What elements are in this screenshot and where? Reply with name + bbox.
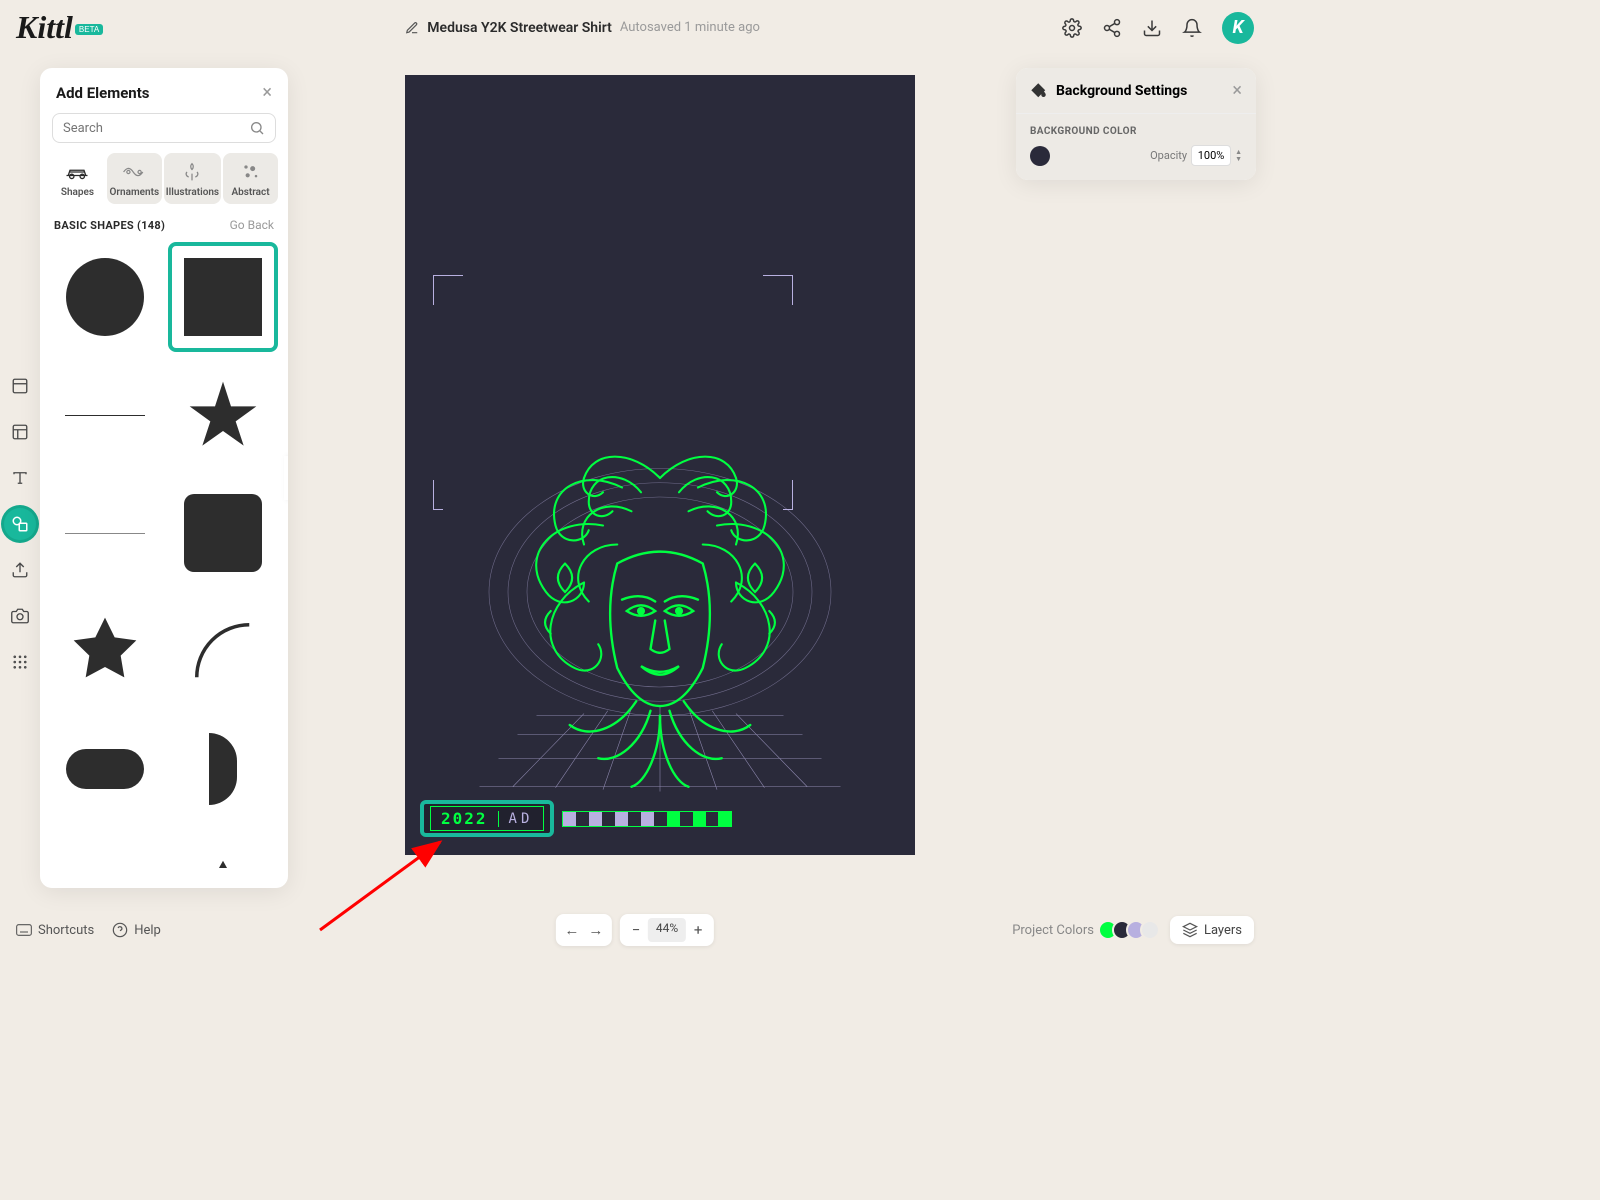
bell-icon[interactable] bbox=[1182, 18, 1202, 38]
shape-star[interactable] bbox=[168, 360, 278, 470]
logo-badge: BETA bbox=[75, 24, 103, 35]
opacity-stepper[interactable]: ▲▼ bbox=[1235, 149, 1242, 163]
header-center: Medusa Y2K Streetwear Shirt Autosaved 1 … bbox=[103, 20, 1062, 36]
shape-arc[interactable] bbox=[168, 596, 278, 706]
shape-half-circle[interactable] bbox=[168, 714, 278, 824]
shape-pill[interactable] bbox=[50, 714, 160, 824]
shape-thinline[interactable] bbox=[50, 478, 160, 588]
shortcuts-button[interactable]: Shortcuts bbox=[16, 923, 94, 938]
shape-line-2[interactable] bbox=[50, 832, 160, 868]
canvas-area[interactable]: 2022 AD bbox=[310, 75, 1010, 875]
shapes-grid[interactable] bbox=[40, 238, 288, 868]
logo[interactable]: KittlBETA bbox=[16, 9, 103, 46]
swirl-icon bbox=[122, 161, 146, 183]
tool-grid[interactable] bbox=[4, 646, 36, 678]
opacity-label: Opacity bbox=[1150, 149, 1187, 162]
help-icon bbox=[112, 922, 128, 938]
crop-corner-bl bbox=[433, 480, 443, 510]
label-suffix: AD bbox=[498, 811, 534, 827]
tab-label: Illustrations bbox=[166, 187, 219, 198]
year-label-group[interactable]: 2022 AD bbox=[420, 800, 732, 837]
crop-corner-tl bbox=[433, 275, 463, 305]
shortcuts-label: Shortcuts bbox=[38, 923, 94, 938]
help-label: Help bbox=[134, 923, 161, 938]
help-button[interactable]: Help bbox=[112, 922, 161, 938]
tab-label: Shapes bbox=[61, 187, 94, 198]
layers-button[interactable]: Layers bbox=[1170, 916, 1254, 944]
shape-star-rounded[interactable] bbox=[50, 596, 160, 706]
zoom-group: − 44% + bbox=[620, 914, 714, 946]
autosave-status: Autosaved 1 minute ago bbox=[620, 20, 760, 35]
tool-template[interactable] bbox=[4, 416, 36, 448]
tab-shapes[interactable]: Shapes bbox=[50, 153, 105, 204]
zoom-out-button[interactable]: − bbox=[624, 918, 648, 942]
bg-color-swatch[interactable] bbox=[1030, 146, 1050, 166]
panel-title: Add Elements bbox=[56, 84, 150, 102]
label-year: 2022 bbox=[441, 809, 488, 828]
shape-line[interactable] bbox=[50, 360, 160, 470]
project-colors-swatches[interactable] bbox=[1104, 920, 1160, 940]
crop-corner-tr bbox=[763, 275, 793, 305]
layers-label: Layers bbox=[1204, 923, 1242, 938]
avatar-letter: K bbox=[1232, 17, 1243, 38]
shape-circle[interactable] bbox=[50, 242, 160, 352]
zoom-value[interactable]: 44% bbox=[648, 918, 686, 942]
search-input-wrap[interactable] bbox=[52, 113, 276, 143]
undo-redo-group: ← → bbox=[556, 914, 612, 946]
medusa-artwork[interactable] bbox=[470, 440, 850, 805]
paint-bucket-icon bbox=[1030, 82, 1048, 100]
pencil-icon[interactable] bbox=[405, 21, 419, 35]
shape-rounded-square[interactable] bbox=[168, 478, 278, 588]
elements-panel: Add Elements × Shapes Ornaments Illustra… bbox=[40, 68, 288, 888]
dots-icon bbox=[241, 161, 261, 183]
go-back-link[interactable]: Go Back bbox=[230, 218, 274, 232]
tab-label: Abstract bbox=[231, 187, 269, 198]
close-icon[interactable]: × bbox=[1232, 80, 1242, 101]
tab-abstract[interactable]: Abstract bbox=[223, 153, 278, 204]
tool-text[interactable] bbox=[4, 462, 36, 494]
search-icon[interactable] bbox=[249, 120, 265, 136]
opacity-input[interactable] bbox=[1191, 145, 1231, 166]
shape-square[interactable] bbox=[168, 242, 278, 352]
header-actions: K bbox=[1062, 12, 1254, 44]
download-icon[interactable] bbox=[1142, 18, 1162, 38]
tool-canvas[interactable] bbox=[4, 370, 36, 402]
flower-icon bbox=[182, 161, 202, 183]
category-tabs: Shapes Ornaments Illustrations Abstract bbox=[40, 153, 288, 204]
section-name: BASIC SHAPES (148) bbox=[54, 219, 165, 232]
undo-button[interactable]: ← bbox=[560, 918, 584, 942]
left-toolbar bbox=[0, 370, 40, 678]
progress-strip bbox=[562, 811, 732, 827]
close-icon[interactable]: × bbox=[262, 82, 272, 103]
share-icon[interactable] bbox=[1102, 18, 1122, 38]
app-header: KittlBETA Medusa Y2K Streetwear Shirt Au… bbox=[0, 0, 1270, 55]
right-panel-title: Background Settings bbox=[1056, 83, 1224, 99]
gear-icon[interactable] bbox=[1062, 18, 1082, 38]
avatar[interactable]: K bbox=[1222, 12, 1254, 44]
tab-illustrations[interactable]: Illustrations bbox=[164, 153, 221, 204]
design-canvas[interactable]: 2022 AD bbox=[405, 75, 915, 855]
shape-triangle[interactable] bbox=[168, 832, 278, 868]
tool-upload[interactable] bbox=[4, 554, 36, 586]
car-icon bbox=[63, 161, 91, 183]
tab-label: Ornaments bbox=[110, 187, 160, 198]
tool-photo[interactable] bbox=[4, 600, 36, 632]
zoom-in-button[interactable]: + bbox=[686, 918, 710, 942]
project-colors-label: Project Colors bbox=[1012, 923, 1094, 938]
layers-icon bbox=[1182, 922, 1198, 938]
logo-text: Kittl bbox=[16, 9, 73, 45]
tab-ornaments[interactable]: Ornaments bbox=[107, 153, 162, 204]
keyboard-icon bbox=[16, 923, 32, 937]
bottom-bar: Shortcuts Help ← → − 44% + Project Color… bbox=[0, 908, 1270, 952]
tool-elements[interactable] bbox=[4, 508, 36, 540]
document-title[interactable]: Medusa Y2K Streetwear Shirt bbox=[427, 20, 612, 36]
year-label-box[interactable]: 2022 AD bbox=[420, 800, 554, 837]
right-panel: Background Settings × BACKGROUND COLOR O… bbox=[1016, 68, 1256, 180]
search-input[interactable] bbox=[63, 121, 249, 136]
bg-color-label: BACKGROUND COLOR bbox=[1030, 126, 1242, 137]
redo-button[interactable]: → bbox=[584, 918, 608, 942]
panel-expand-handle[interactable]: › bbox=[284, 456, 288, 500]
